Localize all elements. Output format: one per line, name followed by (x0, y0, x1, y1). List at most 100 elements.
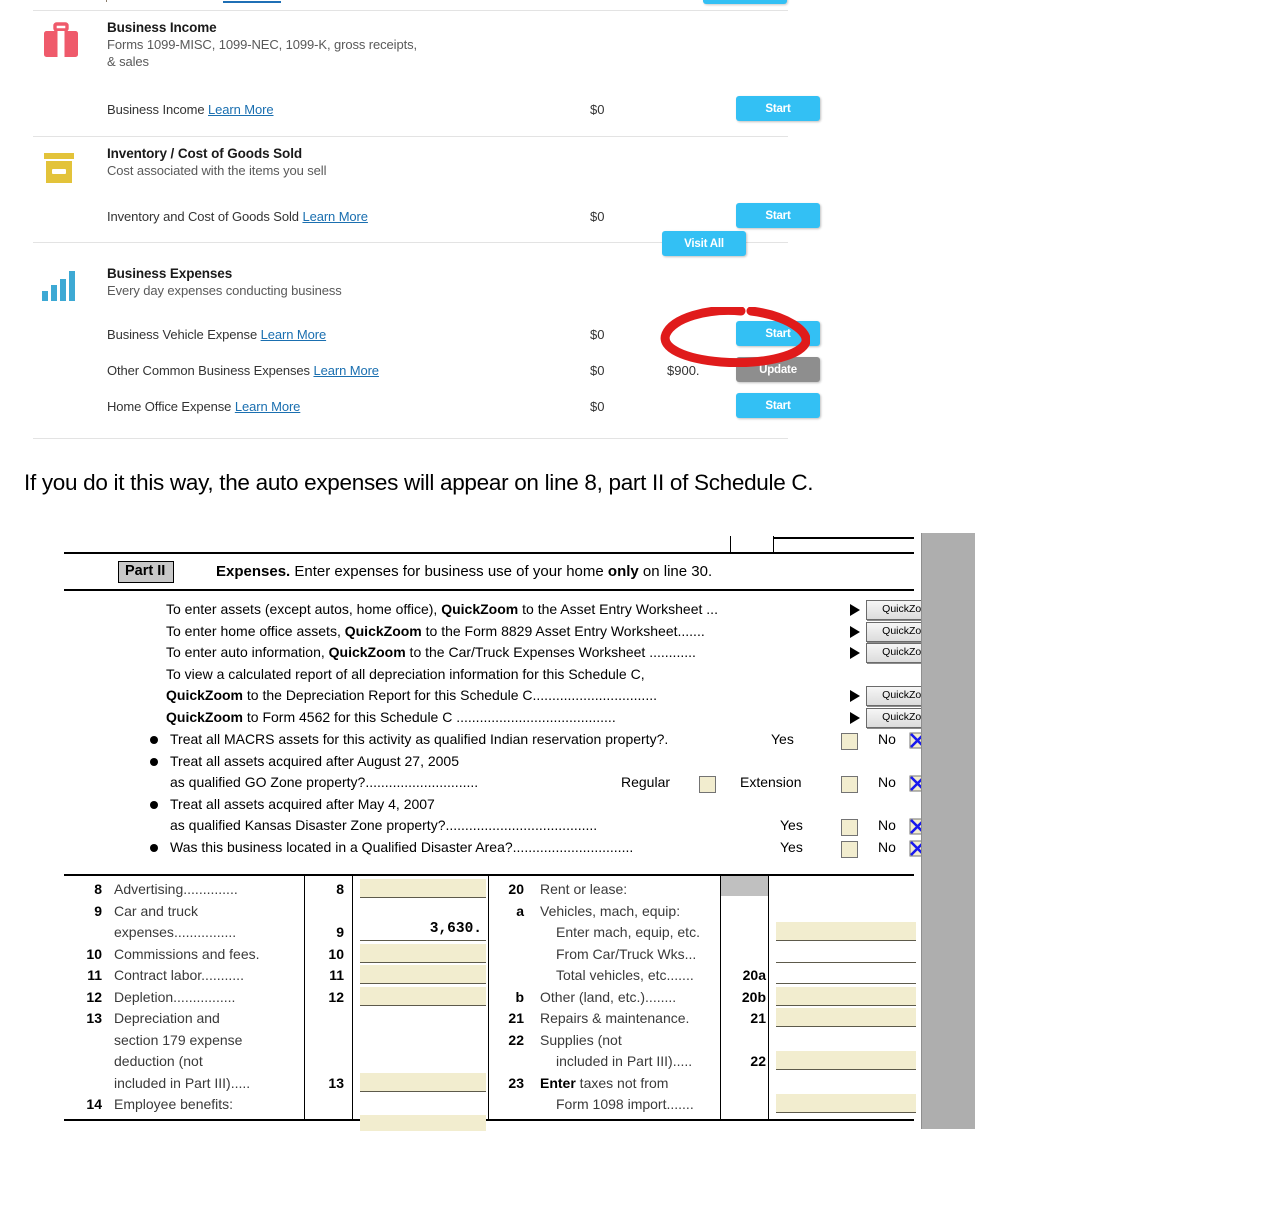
line-number: 14 (86, 1096, 102, 1112)
column-rule (304, 876, 305, 1119)
amount-field-12[interactable] (360, 986, 486, 1006)
amount-field-13[interactable] (360, 1072, 486, 1092)
bullet-question-gozone-line2: as qualified GO Zone property?..........… (58, 772, 926, 794)
partial-row-above (33, 0, 788, 10)
visit-all-button[interactable]: Visit All (662, 231, 746, 256)
extension-checkbox[interactable] (841, 776, 858, 793)
bullet-dot-icon (150, 757, 158, 766)
line-number: 12 (86, 988, 102, 1005)
part-ii-rule (64, 589, 914, 591)
line-label: expenses................ (114, 924, 237, 940)
line-label: Depletion................ (114, 988, 236, 1005)
partial-start-button[interactable] (703, 0, 787, 4)
amount-field-mach-equip[interactable] (776, 922, 916, 941)
section-subtitle-line1: Forms 1099-MISC, 1099-NEC, 1099-K, gross… (107, 37, 418, 52)
question-text: as qualified GO Zone property?..........… (170, 774, 479, 790)
row-other-common-business-expenses: Other Common Business Expenses Learn Mor… (107, 356, 820, 392)
quickzoom-line-text: QuickZoom to the Depreciation Report for… (166, 687, 657, 703)
briefcase-icon (38, 19, 84, 65)
line-label: Car and truck (114, 902, 199, 919)
amount-field-11[interactable] (360, 965, 486, 984)
learn-more-link[interactable]: Learn More (208, 102, 274, 117)
section-business-expenses: Business Expenses Every day expenses con… (33, 231, 820, 438)
quickzoom-line-plain: To view a calculated report of all depre… (58, 664, 924, 686)
column-rule (488, 876, 489, 1119)
line-number: 8 (94, 881, 102, 897)
bullet-dot-icon (150, 736, 158, 744)
quickzoom-arrow-icon (850, 647, 860, 659)
amount-value-9: 3,630. (429, 921, 482, 937)
row-amount-primary: $0 (590, 327, 605, 342)
question-text: Treat all assets acquired after August 2… (170, 752, 459, 769)
part-ii-heading-rest2: on line 30. (638, 563, 713, 580)
form-content: Part II Expenses. Enter expenses for bus… (58, 533, 952, 1131)
quickzoom-line: To enter home office assets, QuickZoom t… (58, 621, 952, 643)
yes-checkbox[interactable] (841, 840, 858, 858)
no-label: No (878, 817, 896, 833)
bullet-question-macrs: Treat all MACRS assets for this activity… (58, 729, 926, 751)
partial-learn-more-link[interactable] (223, 1, 281, 3)
start-button-vehicle[interactable]: Start (736, 321, 820, 346)
line-label: Commissions and fees. (114, 945, 260, 962)
amount-field-8[interactable] (360, 879, 486, 898)
form-header-rules (64, 536, 914, 552)
amount-field-14[interactable] (360, 1115, 486, 1131)
amount-field-21[interactable] (776, 1008, 916, 1027)
part-ii-badge: Part II (118, 561, 175, 583)
line-number: 20 (508, 881, 524, 897)
line-label: Other (land, etc.)........ (540, 988, 677, 1005)
quickzoom-line: QuickZoom to Form 4562 for this Schedule… (58, 707, 952, 729)
field-number: 9 (336, 924, 344, 940)
quickzoom-line: QuickZoom to the Depreciation Report for… (58, 685, 952, 707)
amount-field-car-truck-wks[interactable] (776, 943, 916, 963)
line-label: Enter mach, equip, etc. (556, 924, 700, 940)
part-ii-heading-rest1: Enter expenses for business use of your … (290, 563, 608, 580)
line-number: 13 (86, 1010, 102, 1026)
column-rule (352, 876, 353, 1119)
regular-label: Regular (621, 774, 671, 790)
yes-label: Yes (780, 817, 803, 833)
quickzoom-line-text: To enter assets (except autos, home offi… (166, 601, 718, 617)
field-number: 20a (742, 967, 766, 983)
amount-field-22[interactable] (776, 1051, 916, 1070)
start-button[interactable]: Start (736, 96, 820, 121)
line-number: 9 (94, 902, 102, 919)
regular-checkbox[interactable] (699, 776, 716, 793)
amount-field-23[interactable] (776, 1094, 916, 1113)
learn-more-link[interactable]: Learn More (302, 209, 368, 224)
expense-table: 8 Advertising.............. 9 Car and tr… (64, 874, 916, 1131)
quickzoom-arrow-icon (850, 604, 860, 616)
question-text: Was this business located in a Qualified… (170, 838, 634, 855)
row-label-text: Home Office Expense (107, 399, 232, 414)
row-business-vehicle-expense: Business Vehicle Expense Learn More $0 S… (107, 320, 820, 356)
bullet-question-kansas-line1: Treat all assets acquired after May 4, 2… (58, 794, 924, 816)
yes-checkbox[interactable] (841, 819, 858, 836)
row-home-office-expense: Home Office Expense Learn More $0 Start (107, 392, 820, 428)
yes-label: Yes (780, 838, 803, 855)
amount-field-20a[interactable] (776, 965, 916, 984)
line-label: Supplies (not (540, 1031, 622, 1048)
no-label: No (878, 838, 896, 855)
line-label: From Car/Truck Wks... (556, 945, 697, 962)
line-label: Total vehicles, etc....... (556, 967, 694, 983)
learn-more-link[interactable]: Learn More (313, 363, 379, 378)
learn-more-link[interactable]: Learn More (261, 327, 327, 342)
bullet-dot-icon (150, 800, 158, 809)
row-amount-primary: $0 (590, 363, 605, 378)
divider (33, 438, 788, 439)
yes-checkbox[interactable] (841, 733, 858, 750)
line-label: Vehicles, mach, equip: (540, 902, 681, 919)
bar-chart-icon (38, 265, 84, 311)
update-button[interactable]: Update (736, 357, 820, 382)
line-label: deduction (not (114, 1053, 203, 1069)
amount-field-10[interactable] (360, 943, 486, 963)
quickzoom-line: To enter auto information, QuickZoom to … (58, 642, 952, 664)
row-label-text: Other Common Business Expenses (107, 363, 310, 378)
quickzoom-block: To enter assets (except autos, home offi… (58, 599, 952, 729)
amount-field-20b[interactable] (776, 986, 916, 1006)
learn-more-link[interactable]: Learn More (235, 399, 301, 414)
start-button[interactable]: Start (736, 203, 820, 228)
form-vertical-scrollbar[interactable] (921, 533, 975, 1129)
start-button-home-office[interactable]: Start (736, 393, 820, 418)
column-rule (768, 876, 769, 1119)
